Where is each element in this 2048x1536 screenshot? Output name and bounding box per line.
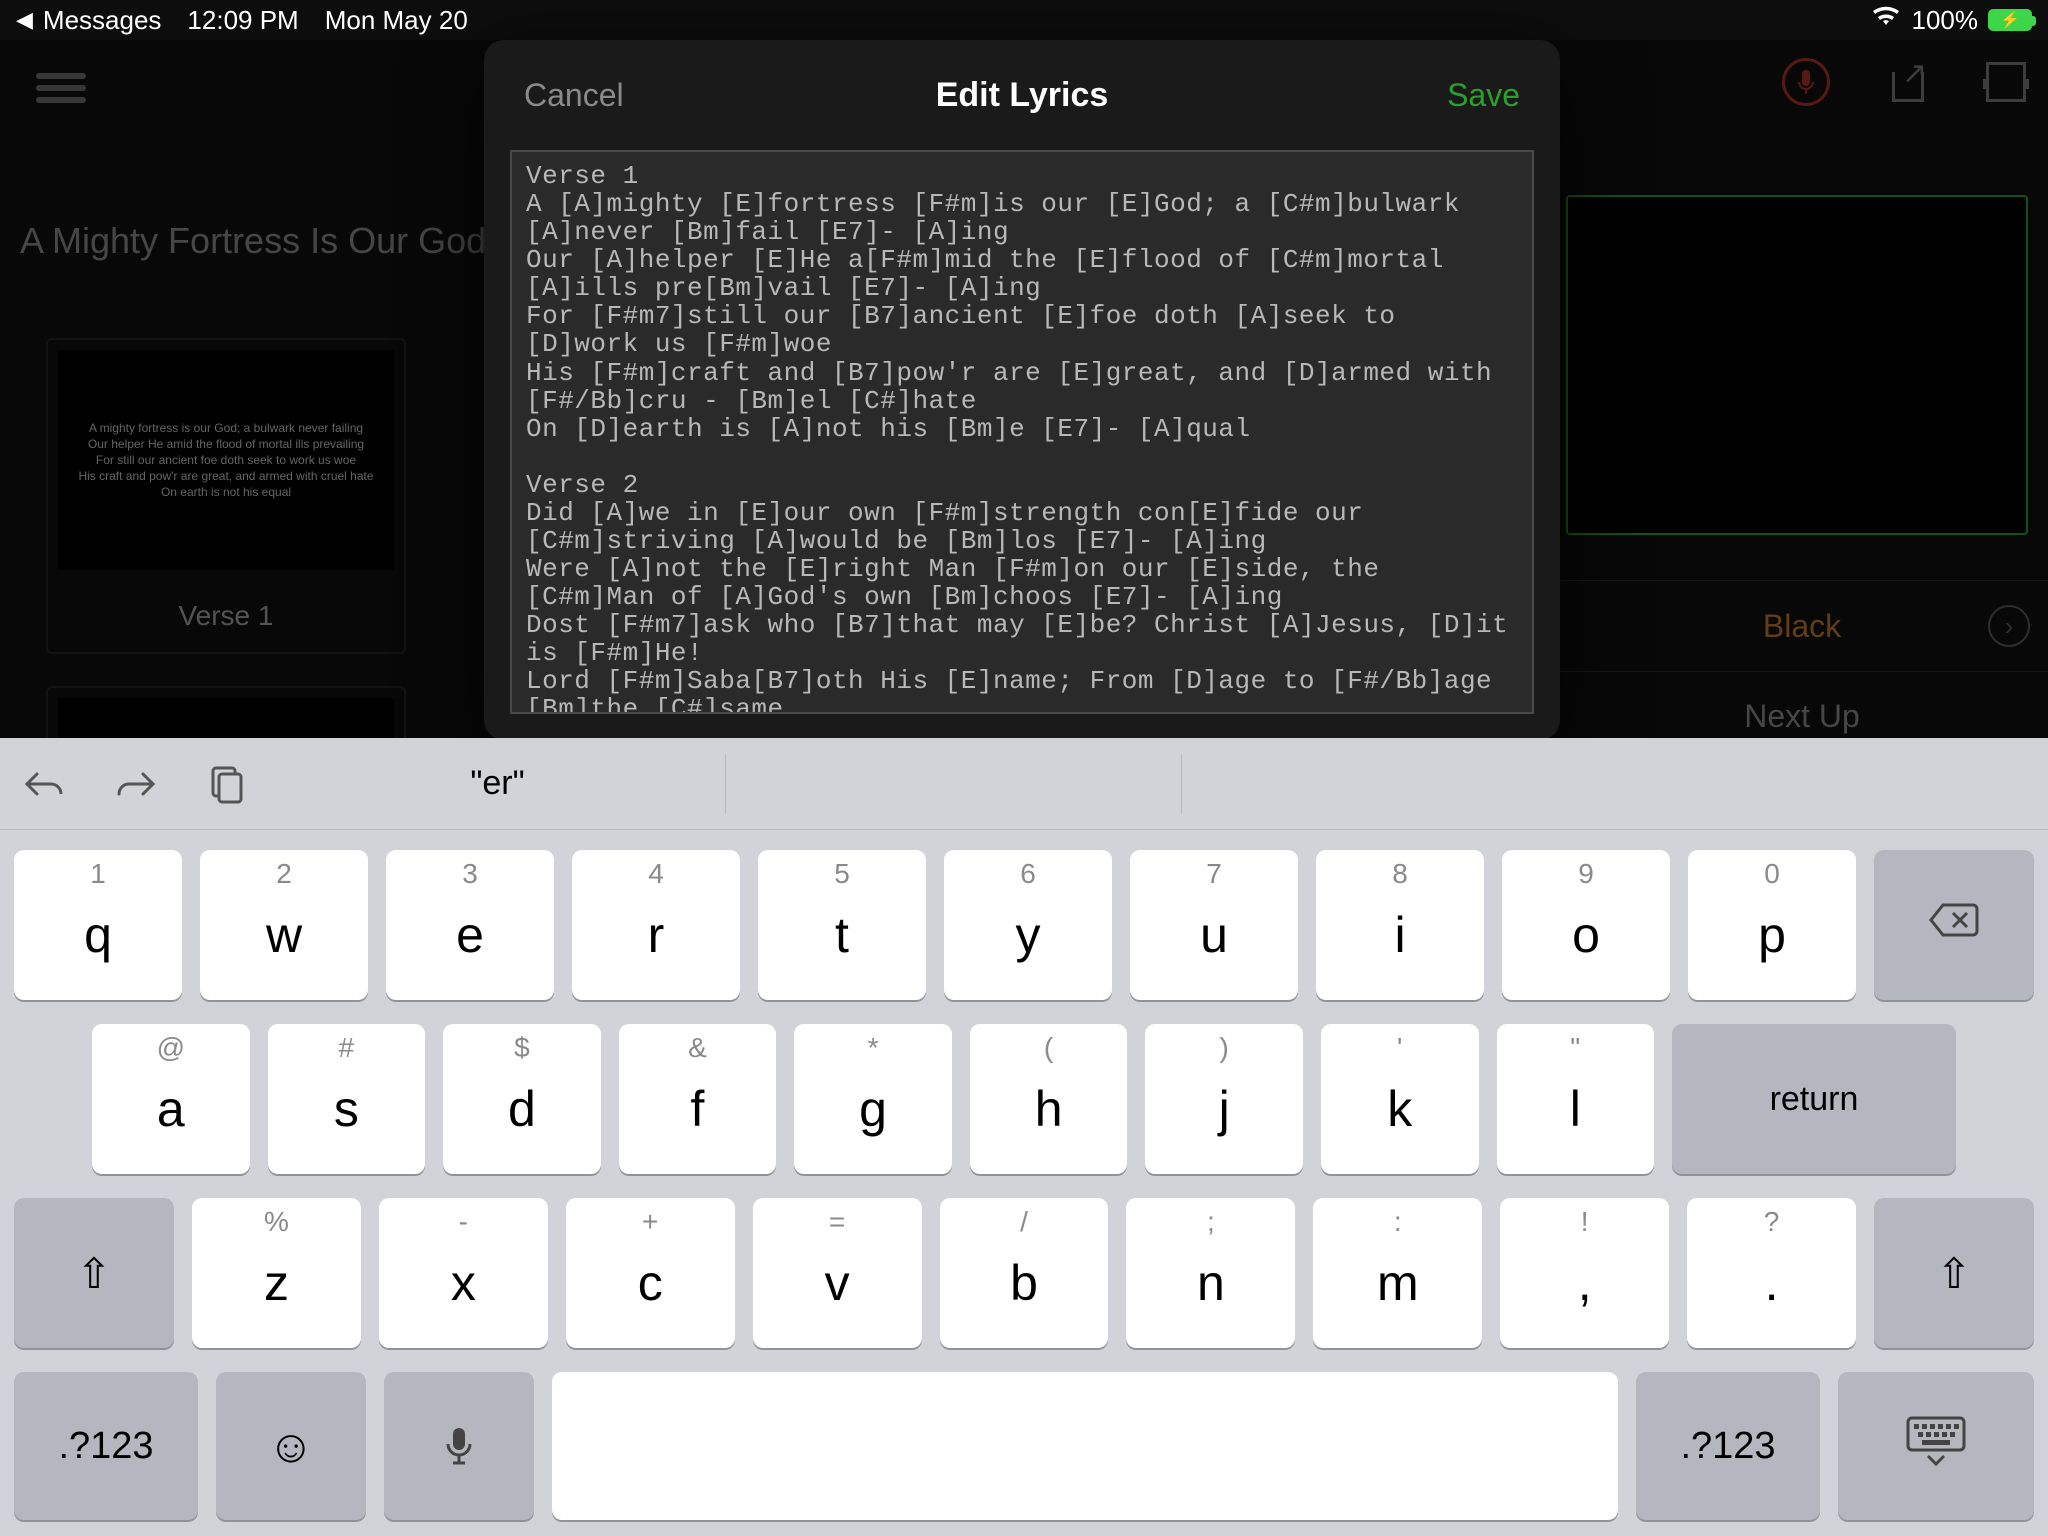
key-.[interactable]: ?. [1687,1198,1856,1348]
symbols-key-left[interactable]: .?123 [14,1372,198,1520]
key-u[interactable]: 7u [1130,850,1298,1000]
key-c[interactable]: +c [566,1198,735,1348]
key-w[interactable]: 2w [200,850,368,1000]
redo-icon[interactable] [90,766,180,802]
edit-lyrics-modal: Cancel Edit Lyrics Save Verse 1 A [A]mig… [484,40,1560,740]
keyboard: "er" 1q2w3e4r5t6y7u8i9o0p @a#s$d&f*g(h)j… [0,738,2048,1536]
key-m[interactable]: :m [1313,1198,1482,1348]
key-v[interactable]: =v [753,1198,922,1348]
backspace-key[interactable] [1874,850,2034,1000]
key-s[interactable]: #s [268,1024,426,1174]
status-date: Mon May 20 [325,5,468,36]
save-button[interactable]: Save [1447,77,1520,114]
key-x[interactable]: -x [379,1198,548,1348]
key-p[interactable]: 0p [1688,850,1856,1000]
clipboard-icon[interactable] [180,764,270,804]
key-g[interactable]: *g [794,1024,952,1174]
hide-keyboard-key[interactable] [1838,1372,2034,1520]
cancel-button[interactable]: Cancel [524,77,624,114]
emoji-key[interactable]: ☺ [216,1372,366,1520]
shift-key-right[interactable]: ⇧ [1874,1198,2034,1348]
key-k[interactable]: 'k [1321,1024,1479,1174]
back-to-app-icon[interactable]: ◀ [16,7,33,33]
back-to-app-label[interactable]: Messages [43,5,162,36]
key-d[interactable]: $d [443,1024,601,1174]
key-r[interactable]: 4r [572,850,740,1000]
key-b[interactable]: /b [940,1198,1109,1348]
key-f[interactable]: &f [619,1024,777,1174]
battery-percent: 100% [1912,5,1979,36]
key-y[interactable]: 6y [944,850,1112,1000]
key-,[interactable]: !, [1500,1198,1669,1348]
status-time: 12:09 PM [187,5,298,36]
undo-icon[interactable] [0,766,90,802]
shift-key-left[interactable]: ⇧ [14,1198,174,1348]
key-l[interactable]: "l [1497,1024,1655,1174]
return-key[interactable]: return [1672,1024,1956,1174]
modal-title: Edit Lyrics [936,76,1109,115]
status-bar: ◀ Messages 12:09 PM Mon May 20 100% ⚡ [0,0,2048,40]
dictation-key[interactable] [384,1372,534,1520]
keyboard-suggestion-empty[interactable] [726,754,1182,814]
key-i[interactable]: 8i [1316,850,1484,1000]
lyrics-textarea[interactable]: Verse 1 A [A]mighty [E]fortress [F#m]is … [510,150,1534,714]
key-e[interactable]: 3e [386,850,554,1000]
space-key[interactable] [552,1372,1618,1520]
key-h[interactable]: (h [970,1024,1128,1174]
key-t[interactable]: 5t [758,850,926,1000]
keyboard-suggestion[interactable]: "er" [270,754,726,814]
key-z[interactable]: %z [192,1198,361,1348]
symbols-key-right[interactable]: .?123 [1636,1372,1820,1520]
key-j[interactable]: )j [1145,1024,1303,1174]
key-n[interactable]: ;n [1126,1198,1295,1348]
key-o[interactable]: 9o [1502,850,1670,1000]
battery-icon: ⚡ [1988,9,2032,31]
keyboard-toolbar: "er" [0,738,2048,830]
wifi-icon [1870,5,1902,36]
modal-header: Cancel Edit Lyrics Save [484,40,1560,150]
key-q[interactable]: 1q [14,850,182,1000]
key-a[interactable]: @a [92,1024,250,1174]
